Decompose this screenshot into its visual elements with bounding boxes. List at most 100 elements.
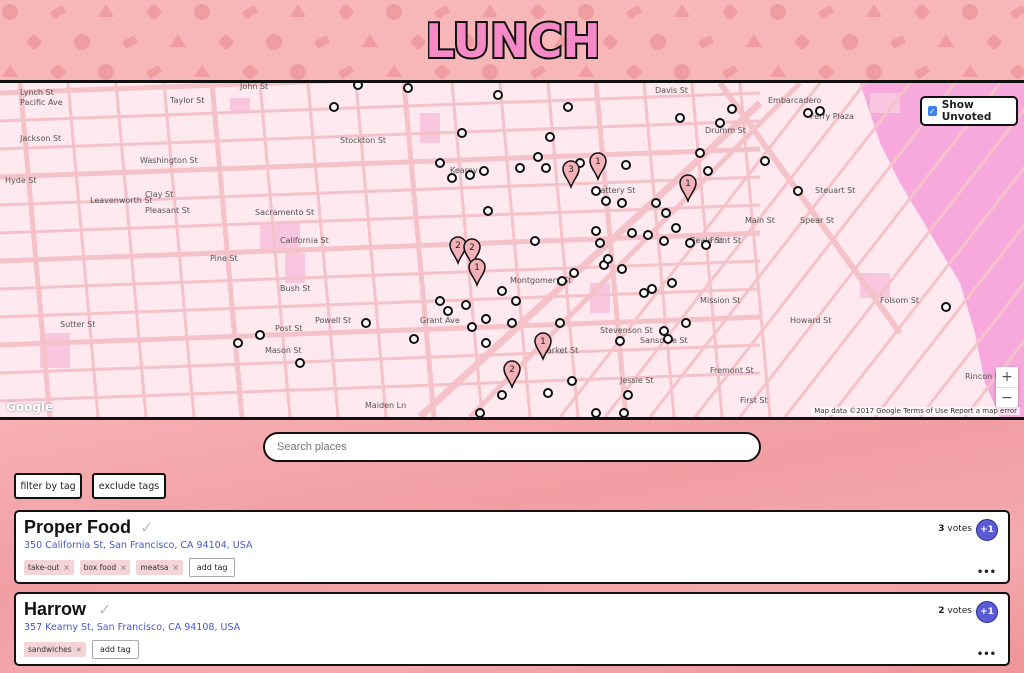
restaurant-marker[interactable] <box>409 334 419 344</box>
upvote-button[interactable]: +1 <box>976 519 998 541</box>
voted-place-pin[interactable]: 2 <box>449 236 467 266</box>
restaurant-marker[interactable] <box>541 163 551 173</box>
restaurant-marker[interactable] <box>760 156 770 166</box>
restaurant-marker[interactable] <box>511 296 521 306</box>
restaurant-marker[interactable] <box>639 288 649 298</box>
restaurant-marker[interactable] <box>533 152 543 162</box>
map-canvas[interactable]: Lynch StPacific Ave John St Jackson St Tayl… <box>0 83 1024 417</box>
restaurant-marker[interactable] <box>543 388 553 398</box>
restaurant-marker[interactable] <box>507 318 517 328</box>
restaurant-marker[interactable] <box>661 208 671 218</box>
restaurant-marker[interactable] <box>815 106 825 116</box>
restaurant-marker[interactable] <box>941 302 951 312</box>
restaurant-marker[interactable] <box>703 166 713 176</box>
more-options-icon[interactable]: ••• <box>977 649 996 660</box>
restaurant-marker[interactable] <box>617 198 627 208</box>
restaurant-name[interactable]: Harrow <box>24 599 86 620</box>
restaurant-marker[interactable] <box>483 206 493 216</box>
remove-tag-icon[interactable]: × <box>63 563 69 572</box>
restaurant-marker[interactable] <box>530 236 540 246</box>
restaurant-address[interactable]: 357 Kearny St, San Francisco, CA 94108, … <box>24 622 240 633</box>
restaurant-marker[interactable] <box>255 330 265 340</box>
restaurant-marker[interactable] <box>621 160 631 170</box>
restaurant-marker[interactable] <box>435 158 445 168</box>
restaurant-marker[interactable] <box>793 186 803 196</box>
tag-chip[interactable]: box food × <box>79 560 131 575</box>
more-options-icon[interactable]: ••• <box>977 567 996 578</box>
tag-chip[interactable]: meatsa × <box>136 560 183 575</box>
lunch-logo[interactable]: LUNCH <box>428 14 598 66</box>
upvote-button[interactable]: +1 <box>976 601 998 623</box>
restaurant-marker[interactable] <box>643 230 653 240</box>
remove-tag-icon[interactable]: × <box>172 563 178 572</box>
restaurant-marker[interactable] <box>591 226 601 236</box>
restaurant-marker[interactable] <box>515 163 525 173</box>
zoom-in-button[interactable]: + <box>996 367 1018 388</box>
restaurant-marker[interactable] <box>659 326 669 336</box>
restaurant-marker[interactable] <box>447 173 457 183</box>
restaurant-marker[interactable] <box>497 390 507 400</box>
restaurant-marker[interactable] <box>443 306 453 316</box>
restaurant-marker[interactable] <box>601 196 611 206</box>
tag-chip[interactable]: take-out × <box>24 560 74 575</box>
zoom-out-button[interactable]: − <box>996 388 1018 408</box>
restaurant-marker[interactable] <box>481 314 491 324</box>
voted-place-pin[interactable]: 1 <box>679 174 697 204</box>
map-view[interactable]: Lynch St Pacific Ave John St Jackson St Tayl… <box>0 80 1024 420</box>
map-attribution[interactable]: Map data ©2017 Google Terms of Use Repor… <box>811 407 1020 415</box>
restaurant-marker[interactable] <box>623 390 633 400</box>
restaurant-marker[interactable] <box>479 166 489 176</box>
restaurant-marker[interactable] <box>603 254 613 264</box>
restaurant-marker[interactable] <box>647 284 657 294</box>
restaurant-marker[interactable] <box>675 113 685 123</box>
restaurant-marker[interactable] <box>457 128 467 138</box>
restaurant-name[interactable]: Proper Food <box>24 517 131 538</box>
remove-tag-icon[interactable]: × <box>76 645 82 654</box>
restaurant-marker[interactable] <box>557 276 567 286</box>
add-tag-button[interactable]: add tag <box>188 558 236 577</box>
restaurant-marker[interactable] <box>671 223 681 233</box>
restaurant-marker[interactable] <box>475 408 485 417</box>
restaurant-marker[interactable] <box>667 278 677 288</box>
restaurant-marker[interactable] <box>619 408 629 417</box>
restaurant-marker[interactable] <box>617 264 627 274</box>
restaurant-marker[interactable] <box>353 83 363 90</box>
restaurant-marker[interactable] <box>467 322 477 332</box>
add-tag-button[interactable]: add tag <box>91 640 139 659</box>
restaurant-marker[interactable] <box>727 104 737 114</box>
checkbox-checked-icon[interactable]: ✓ <box>928 106 937 116</box>
restaurant-marker[interactable] <box>591 186 601 196</box>
remove-tag-icon[interactable]: × <box>120 563 126 572</box>
restaurant-marker[interactable] <box>295 358 305 368</box>
restaurant-marker[interactable] <box>695 148 705 158</box>
restaurant-marker[interactable] <box>567 376 577 386</box>
restaurant-marker[interactable] <box>465 170 475 180</box>
restaurant-marker[interactable] <box>659 236 669 246</box>
restaurant-marker[interactable] <box>563 102 573 112</box>
restaurant-marker[interactable] <box>497 286 507 296</box>
search-input[interactable] <box>263 432 761 462</box>
restaurant-marker[interactable] <box>663 334 673 344</box>
restaurant-marker[interactable] <box>615 336 625 346</box>
restaurant-marker[interactable] <box>595 238 605 248</box>
restaurant-marker[interactable] <box>481 338 491 348</box>
restaurant-marker[interactable] <box>361 318 371 328</box>
exclude-tags-button[interactable]: exclude tags <box>92 473 166 499</box>
filter-by-tag-button[interactable]: filter by tag <box>14 473 82 499</box>
restaurant-marker[interactable] <box>685 238 695 248</box>
restaurant-address[interactable]: 350 California St, San Francisco, CA 941… <box>24 540 252 551</box>
show-unvoted-toggle[interactable]: ✓ Show Unvoted <box>920 96 1018 126</box>
restaurant-marker[interactable] <box>701 240 711 250</box>
tag-chip[interactable]: sandwiches × <box>24 642 86 657</box>
restaurant-marker[interactable] <box>329 102 339 112</box>
restaurant-marker[interactable] <box>493 90 503 100</box>
voted-place-pin[interactable]: 1 <box>534 332 552 362</box>
restaurant-marker[interactable] <box>569 268 579 278</box>
restaurant-marker[interactable] <box>591 408 601 417</box>
restaurant-marker[interactable] <box>461 300 471 310</box>
restaurant-marker[interactable] <box>715 118 725 128</box>
restaurant-marker[interactable] <box>651 198 661 208</box>
restaurant-marker[interactable] <box>681 318 691 328</box>
restaurant-marker[interactable] <box>803 108 813 118</box>
restaurant-marker[interactable] <box>555 318 565 328</box>
